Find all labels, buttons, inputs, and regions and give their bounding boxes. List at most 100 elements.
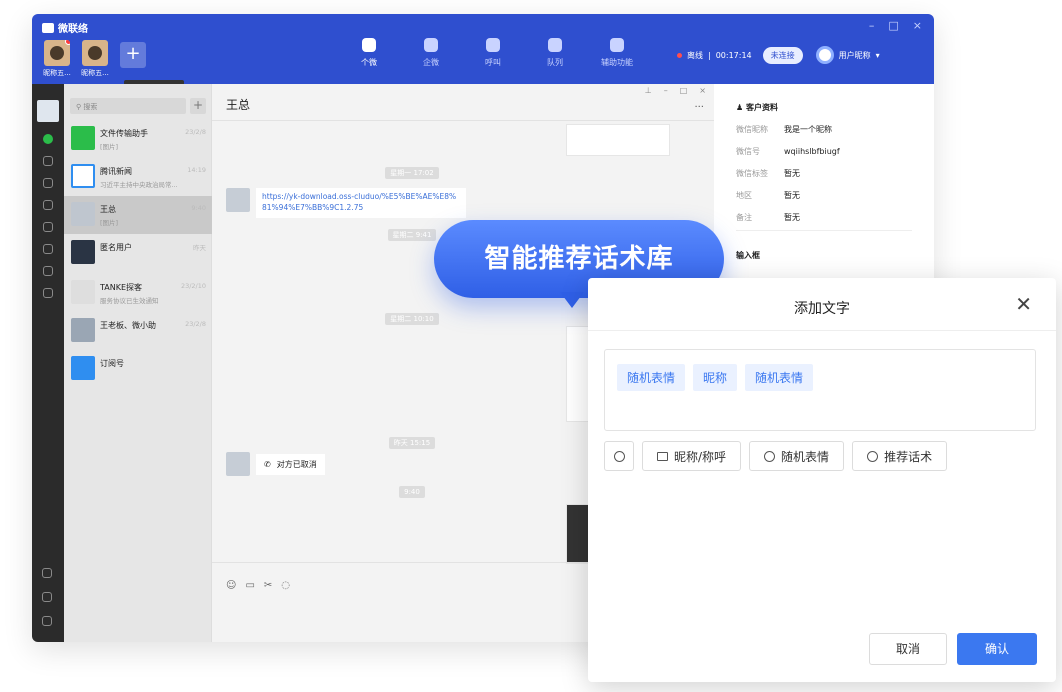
link-icon[interactable] — [43, 244, 53, 254]
text-input-area[interactable]: 随机表情 昵称 随机表情 — [604, 349, 1036, 431]
cancel-button[interactable]: 取消 — [869, 633, 947, 665]
close-icon[interactable]: ✕ — [1015, 292, 1032, 316]
dialog-title: 添加文字 — [794, 301, 850, 317]
list-item[interactable]: 匿名用户 昨天 — [64, 234, 212, 272]
minimize-icon[interactable]: – — [869, 19, 875, 32]
folder-icon[interactable]: ▭ — [245, 580, 254, 591]
timestamp: 星期一 17:02 — [212, 167, 612, 179]
chip-random-emoji[interactable]: 随机表情 — [745, 364, 814, 391]
nav-item-assist[interactable]: 辅助功能 — [586, 38, 648, 68]
add-chat-button[interactable]: + — [190, 98, 206, 114]
scissors-icon[interactable]: ✂ — [264, 580, 272, 591]
folder-icon[interactable] — [43, 200, 53, 210]
emoji-button[interactable] — [604, 441, 634, 471]
list-item[interactable]: 腾讯新闻 习近平主持中央政治局常... 14:19 — [64, 158, 212, 196]
nav-label: 企微 — [423, 58, 439, 67]
emoji-icon[interactable]: ☺ — [226, 580, 236, 591]
link-message[interactable]: https://yk-download.oss-cluduo/%E5%BE%AE… — [256, 188, 466, 218]
icon-rail — [32, 84, 64, 642]
maximize-icon[interactable]: □ — [888, 19, 898, 32]
field-remark: 备注 暂无 — [736, 213, 800, 222]
timestamp: 昨天 15:15 — [212, 437, 612, 449]
chat-icon[interactable] — [43, 134, 53, 144]
chat-time: 9:40 — [191, 204, 206, 212]
connect-button[interactable]: 未连接 — [762, 46, 803, 64]
call-text: 对方已取消 — [276, 460, 317, 469]
recommend-script-button[interactable]: 推荐话术 — [852, 441, 948, 471]
minimize-icon[interactable]: – — [664, 86, 668, 95]
menu-icon[interactable] — [42, 616, 52, 626]
chat-time: 14:19 — [187, 166, 206, 174]
settings-icon[interactable] — [43, 222, 53, 232]
confirm-button[interactable]: 确认 — [957, 633, 1037, 665]
nav-label: 辅助功能 — [601, 58, 633, 67]
search-input[interactable]: ⚲ 搜索 — [70, 98, 186, 114]
nickname-button[interactable]: 昵称/称呼 — [642, 441, 742, 471]
list-item[interactable]: 订阅号 — [64, 350, 212, 388]
chat-list: ⚲ 搜索 + 文件传输助手 [图片] 23/2/8 腾讯新闻 习近平主持中央政治… — [64, 84, 212, 642]
status-timer: 00:17:14 — [715, 50, 752, 60]
divider — [736, 230, 912, 231]
stage: 微联络 – □ × 昵称五... 昵称五... + 点击启动微信 个微 — [0, 0, 1062, 692]
star-icon[interactable] — [43, 288, 53, 298]
field-wechat-id: 微信号 wqiihslbfbiugf — [736, 147, 840, 156]
list-item[interactable]: 文件传输助手 [图片] 23/2/8 — [64, 120, 212, 158]
close-icon[interactable]: × — [699, 86, 706, 95]
window-controls: – □ × — [869, 19, 922, 32]
maximize-icon[interactable]: □ — [680, 86, 688, 95]
chip-nickname[interactable]: 昵称 — [693, 364, 738, 391]
pin-icon[interactable]: ⊥ — [645, 86, 652, 95]
file-transfer-icon — [71, 126, 95, 150]
contact-avatar — [71, 280, 95, 304]
chat-name: 文件传输助手 — [100, 129, 148, 138]
my-avatar[interactable] — [37, 100, 59, 122]
nav-item-work-wechat[interactable]: 企微 — [400, 38, 462, 68]
group-avatar — [71, 318, 95, 342]
chat-name: TANKE探客 — [100, 283, 143, 292]
add-text-dialog: 添加文字 ✕ 随机表情 昵称 随机表情 昵称/称呼 随机表情 推荐话术 取消 确… — [588, 278, 1056, 682]
phone-device-icon[interactable] — [42, 592, 52, 602]
nav-item-queue[interactable]: 队列 — [524, 38, 586, 68]
box-icon[interactable] — [43, 178, 53, 188]
work-wechat-icon — [424, 38, 438, 52]
image-message[interactable] — [566, 124, 670, 156]
account-2[interactable]: 昵称五... — [80, 40, 110, 78]
input-box-label: 输入框 — [736, 251, 760, 260]
chat-time: 昨天 — [193, 244, 206, 252]
chat-name: 腾讯新闻 — [100, 167, 132, 176]
contact-avatar — [71, 240, 95, 264]
nav-label: 个微 — [361, 58, 377, 67]
emoji-icon — [613, 450, 625, 462]
chevron-down-icon: ▾ — [875, 50, 880, 60]
nav-item-call[interactable]: 呼叫 — [462, 38, 524, 68]
account-label: 昵称五... — [81, 69, 109, 77]
compass-icon[interactable] — [42, 568, 52, 578]
customer-header: ♟ 客户资料 — [736, 103, 778, 112]
list-item[interactable]: 王老板、微小助 23/2/8 — [64, 312, 212, 350]
list-item[interactable]: 王总 [图片] 9:40 — [64, 196, 212, 234]
call-message[interactable]: ✆ 对方已取消 — [256, 454, 325, 475]
chat-preview: [图片] — [100, 143, 119, 151]
chat-name: 王总 — [100, 205, 116, 214]
chat-bubble-icon[interactable]: ◌ — [281, 580, 290, 591]
status-area: 离线 | 00:17:14 未连接 用户昵称 ▾ — [677, 46, 880, 64]
subscription-icon — [71, 356, 95, 380]
list-item[interactable]: TANKE探客 服务协议已生效通知 23/2/10 — [64, 274, 212, 312]
add-account-button[interactable]: + — [120, 42, 146, 68]
nav-item-personal-wechat[interactable]: 个微 — [338, 38, 400, 68]
gear-icon[interactable] — [43, 266, 53, 276]
search-placeholder: 搜索 — [83, 103, 98, 111]
user-menu[interactable]: 用户昵称 ▾ — [815, 46, 880, 64]
contacts-icon[interactable] — [43, 156, 53, 166]
contact-avatar — [226, 452, 250, 476]
more-button[interactable]: ··· — [694, 102, 704, 113]
chip-random-emoji[interactable]: 随机表情 — [617, 364, 686, 391]
nav-label: 呼叫 — [485, 58, 501, 67]
field-region: 地区 暂无 — [736, 191, 800, 200]
random-emoji-button[interactable]: 随机表情 — [749, 441, 845, 471]
account-1[interactable]: 昵称五... — [42, 40, 72, 78]
phone-icon — [486, 38, 500, 52]
field-tags: 微信标签 暂无 — [736, 169, 800, 178]
user-icon: ♟ — [736, 103, 746, 112]
close-icon[interactable]: × — [913, 19, 922, 32]
